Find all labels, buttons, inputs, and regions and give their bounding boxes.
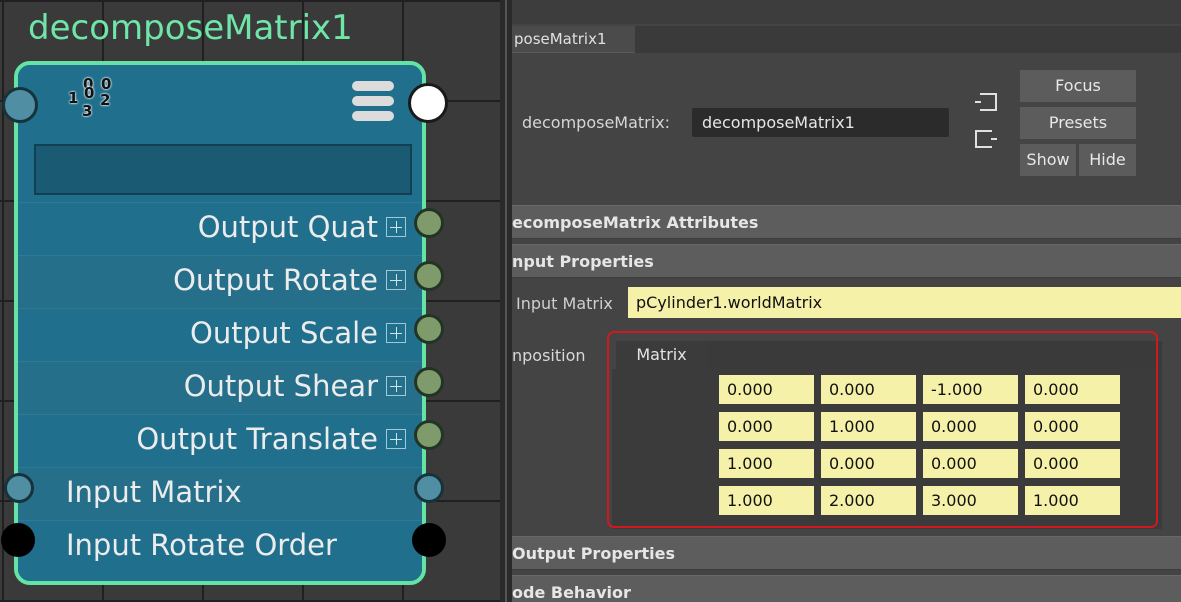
section-node-behavior[interactable]: ode Behavior [512,575,1181,602]
tab-strip-background [707,341,1162,369]
input-rotate-order-in-port[interactable] [1,523,35,557]
tab-bar-background [635,26,1181,53]
node-type-label: decomposeMatrix: [522,113,671,132]
matrix-cell[interactable]: 0.000 [1025,449,1120,478]
input-matrix-field[interactable]: pCylinder1.worldMatrix [628,287,1181,318]
hide-button[interactable]: Hide [1079,144,1136,176]
attr-label: Output Rotate [173,263,378,297]
tab-composition[interactable]: nposition [512,337,608,369]
matrix-cell[interactable]: 0.000 [719,412,814,441]
attr-row-output-rotate[interactable]: Output Rotate [18,255,422,308]
matrix-cell[interactable]: -1.000 [923,375,1018,404]
matrix-icon-digit: 2 [100,91,111,109]
node-header: 0 0 1 0 2 3 [18,65,422,210]
tab-matrix[interactable]: Matrix [616,341,707,369]
matrix-cell[interactable]: 2.000 [821,486,916,515]
section-input-properties[interactable]: nput Properties [512,244,1181,278]
attribute-editor: poseMatrix1 decomposeMatrix: decomposeMa… [512,0,1181,602]
attr-row-output-shear[interactable]: Output Shear [18,361,422,414]
matrix-cell[interactable]: 0.000 [821,375,916,404]
matrix-icon-digit: 3 [82,102,93,120]
attr-label: Output Scale [190,316,378,350]
attr-row-input-matrix[interactable]: Input Matrix [18,467,422,520]
attr-label: Input Rotate Order [66,528,337,562]
tab-decompose-matrix[interactable]: poseMatrix1 [512,26,635,53]
matrix-icon-digit: 0 [84,84,95,102]
expand-icon[interactable] [386,429,406,449]
matrix-icon-digit: 1 [68,89,79,107]
matrix-cell[interactable]: 1.000 [1025,486,1120,515]
input-matrix-in-port[interactable] [4,473,34,503]
matrix-cell[interactable]: 1.000 [719,449,814,478]
presets-button[interactable]: Presets [1020,107,1136,139]
focus-button[interactable]: Focus [1020,70,1136,102]
section-decompose-matrix-attributes[interactable]: ecomposeMatrix Attributes [512,205,1181,239]
attr-row-output-quat[interactable]: Output Quat [18,202,422,255]
attr-row-output-scale[interactable]: Output Scale [18,308,422,361]
expand-icon[interactable] [386,323,406,343]
input-matrix-label: Input Matrix [516,294,613,313]
matrix-cell[interactable]: 0.000 [923,449,1018,478]
show-button[interactable]: Show [1020,144,1076,176]
node-menu-icon[interactable] [352,81,394,121]
node-title: decomposeMatrix1 [28,8,353,48]
expand-icon[interactable] [386,270,406,290]
attr-label: Output Translate [136,422,378,456]
node-search-field[interactable] [34,144,412,195]
panel-divider[interactable] [500,0,512,602]
matrix-icon: 0 0 1 0 2 3 [64,75,116,121]
output-scale-port[interactable] [414,314,444,344]
decompose-matrix-node[interactable]: 0 0 1 0 2 3 Output Quat Output Rotate Ou… [14,61,426,585]
attr-row-input-rotate-order[interactable]: Input Rotate Order [18,520,422,581]
matrix-cell[interactable]: 0.000 [923,412,1018,441]
matrix-cell[interactable]: 0.000 [821,449,916,478]
section-output-properties[interactable]: Output Properties [512,536,1181,570]
matrix-panel: 0.000 0.000 -1.000 0.000 0.000 1.000 0.0… [612,369,1162,529]
matrix-cell[interactable]: 0.000 [1025,412,1120,441]
attr-row-output-translate[interactable]: Output Translate [18,414,422,467]
attr-label: Output Quat [197,210,378,244]
output-rotate-port[interactable] [414,261,444,291]
expand-icon[interactable] [386,376,406,396]
matrix-cell[interactable]: 0.000 [719,375,814,404]
input-connection-icon[interactable] [974,93,998,111]
output-quat-port[interactable] [414,208,444,238]
expand-icon[interactable] [386,217,406,237]
output-shear-port[interactable] [414,367,444,397]
input-rotate-order-out-port[interactable] [412,523,446,557]
node-name-field[interactable]: decomposeMatrix1 [692,108,949,137]
attr-label: Input Matrix [66,475,242,509]
matrix-cell[interactable]: 0.000 [1025,375,1120,404]
matrix-cell[interactable]: 3.000 [923,486,1018,515]
node-output-port[interactable] [408,83,448,123]
attr-label: Output Shear [183,369,378,403]
input-matrix-out-port[interactable] [414,473,444,503]
output-translate-port[interactable] [414,420,444,450]
output-connection-icon[interactable] [974,130,998,148]
matrix-tabs: nposition Matrix [512,337,1181,369]
node-editor-canvas[interactable]: decomposeMatrix1 0 0 1 0 2 3 Output Quat [0,0,500,602]
node-input-port[interactable] [2,87,38,123]
matrix-cell[interactable]: 1.000 [821,412,916,441]
attribute-editor-top-strip [512,0,1181,24]
matrix-cell[interactable]: 1.000 [719,486,814,515]
